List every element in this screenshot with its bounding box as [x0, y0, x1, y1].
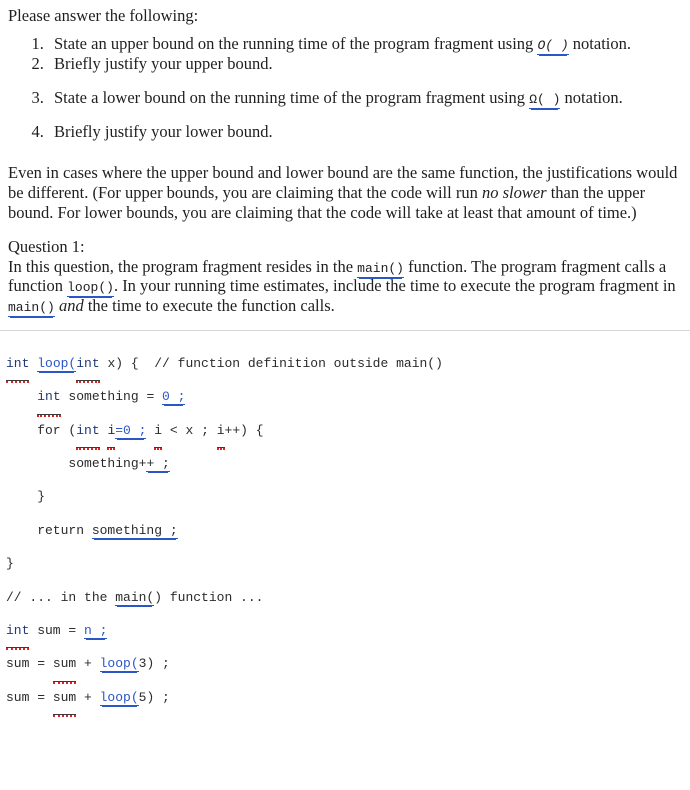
spellcheck-token: i	[216, 414, 225, 451]
question-1-text-before: State an upper bound on the running time…	[54, 34, 538, 54]
code-line: // ... in the main() function ...	[6, 581, 690, 614]
question-item-2: Briefly justify your upper bound.	[48, 54, 680, 74]
code-line: int loop(int x) { // function definition…	[6, 347, 690, 384]
code-token: ) function ...	[154, 589, 264, 605]
paragraph-question-1-body: In this question, the program fragment r…	[8, 256, 680, 318]
question-1-heading: Question 1:	[8, 236, 85, 256]
code-link-token[interactable]: loop(	[99, 656, 139, 673]
question-item-1: State an upper bound on the running time…	[48, 34, 680, 56]
code-line: sum = sum + loop(5) ;	[6, 681, 690, 718]
code-token: 5) ;	[138, 689, 170, 705]
question-item-4: Briefly justify your lower bound.	[48, 122, 680, 142]
question-3-text-after: notation.	[560, 87, 623, 107]
code-link-token[interactable]: n ;	[84, 623, 108, 640]
spellcheck-token: sum	[52, 647, 77, 685]
spellcheck-token: int	[76, 414, 101, 451]
code-line: something++ ;	[6, 447, 690, 480]
spellcheck-token: int	[37, 380, 62, 418]
code-link-token[interactable]: + ;	[146, 456, 170, 473]
question-list: State an upper bound on the running time…	[8, 34, 680, 141]
spellcheck-token: int	[6, 614, 30, 651]
code-token: x) { // function definition outside main…	[99, 355, 443, 371]
page-root: Please answer the following: State an up…	[0, 0, 690, 790]
code-line: return something ;	[6, 514, 690, 547]
code-token: // ... in the	[6, 589, 116, 605]
q1-part-5: the time to execute the function calls.	[83, 296, 335, 316]
code-token: for (	[6, 422, 77, 438]
spellcheck-token: i	[107, 414, 116, 451]
code-line: sum = sum + loop(3) ;	[6, 647, 690, 685]
paragraph-even-in-cases: Even in cases where the upper bound and …	[8, 163, 680, 222]
spellcheck-token: int	[6, 347, 30, 384]
code-token: sum =	[6, 689, 53, 705]
code-token: return	[6, 522, 92, 538]
main-function-code-2[interactable]: main()	[8, 300, 55, 318]
code-token: sum =	[29, 623, 85, 639]
code-token: something =	[60, 389, 163, 405]
loop-function-code[interactable]: loop()	[67, 280, 114, 298]
code-link-token[interactable]: 0 ;	[162, 389, 186, 406]
question-1-text-after: notation.	[568, 34, 631, 54]
question-3-text-before: State a lower bound on the running time …	[54, 87, 530, 107]
code-token: something+	[6, 456, 147, 472]
code-token: }	[6, 489, 46, 505]
big-omega-notation-code[interactable]: Ω( )	[529, 91, 561, 109]
code-line: }	[6, 547, 690, 580]
code-token: +	[76, 689, 100, 705]
code-link-token[interactable]: loop(	[37, 355, 77, 372]
code-link-token[interactable]: =0 ;	[115, 422, 147, 439]
q1-part-3: . In your running time estimates, includ…	[113, 276, 676, 296]
question-4-text: Briefly justify your lower bound.	[54, 121, 273, 141]
code-link-token[interactable]: something ;	[91, 522, 178, 539]
and-emphasis: and	[58, 296, 84, 316]
code-token: ++) {	[224, 422, 264, 438]
code-line: for (int i=0 ; i < x ; i++) {	[6, 414, 690, 451]
code-line: }	[6, 480, 690, 513]
spacer-before-question-1	[8, 223, 680, 237]
code-line: int sum = n ;	[6, 614, 690, 651]
main-function-code-1[interactable]: main()	[357, 260, 404, 278]
q1-part-1: In this question, the program fragment r…	[8, 256, 358, 276]
code-token: < x ;	[162, 422, 217, 438]
lead-paragraph: Please answer the following:	[8, 6, 199, 25]
no-slower-emphasis: no slower	[481, 183, 547, 203]
code-link-token[interactable]: loop(	[99, 689, 139, 706]
big-o-notation-code[interactable]: O( )	[537, 38, 569, 56]
prose-section: Please answer the following: State an up…	[0, 0, 690, 318]
code-token: 3) ;	[138, 656, 170, 672]
code-token: sum =	[6, 656, 53, 672]
spellcheck-token: int	[76, 347, 101, 384]
code-line: int something = 0 ;	[6, 380, 690, 418]
code-token: }	[6, 556, 14, 572]
spellcheck-token: sum	[52, 681, 77, 718]
question-item-3: State a lower bound on the running time …	[48, 87, 680, 109]
code-link-token[interactable]: main(	[115, 589, 155, 606]
code-block: int loop(int x) { // function definition…	[0, 331, 690, 718]
code-token: +	[76, 656, 100, 672]
spellcheck-token: i	[154, 414, 163, 451]
spacer-after-list	[8, 141, 680, 163]
question-2-text: Briefly justify your upper bound.	[54, 53, 273, 73]
